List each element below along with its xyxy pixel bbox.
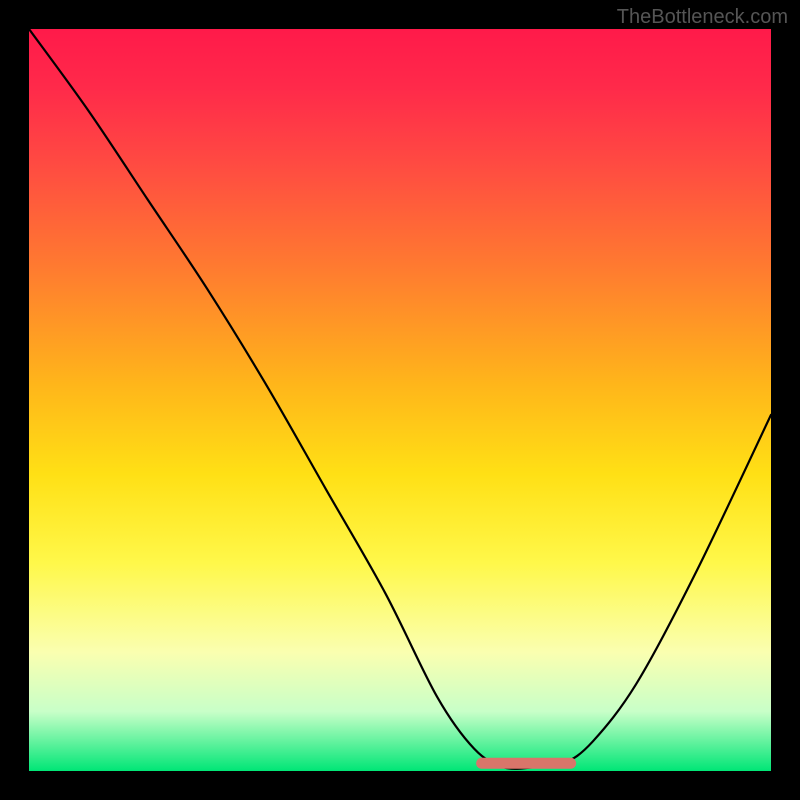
chart-plot-area — [29, 29, 771, 771]
watermark-text: TheBottleneck.com — [617, 6, 788, 29]
bottleneck-curve-path — [29, 29, 771, 769]
chart-svg — [29, 29, 771, 771]
